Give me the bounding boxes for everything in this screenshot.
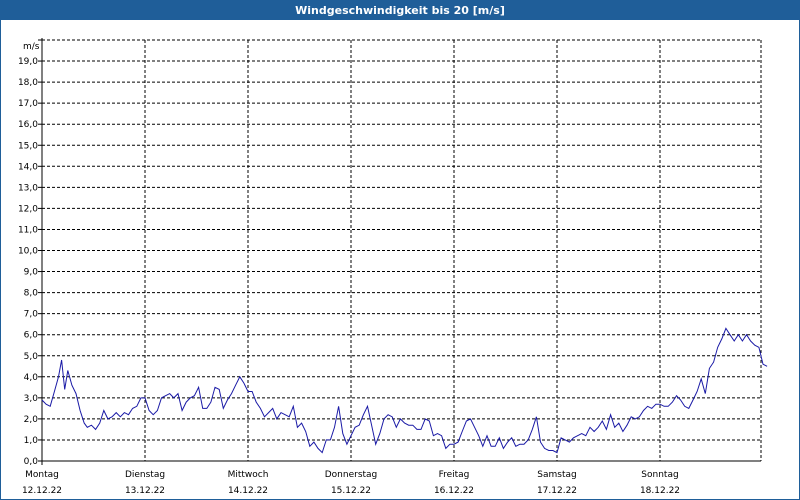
y-tick-label: 16,0 <box>18 120 38 130</box>
x-tick-day-label: Mittwoch <box>228 470 269 480</box>
y-tick-label: 5,0 <box>24 352 39 362</box>
y-tick-label: 2,0 <box>24 415 39 425</box>
x-tick-date-label: 16.12.22 <box>434 486 474 496</box>
x-tick-day-label: Montag <box>25 470 59 480</box>
y-tick-label: 17,0 <box>18 99 38 109</box>
wind-speed-line <box>41 327 768 454</box>
x-tick-date-label: 18.12.22 <box>640 486 680 496</box>
y-tick-label: 8,0 <box>24 289 39 299</box>
y-tick-label: 12,0 <box>18 204 38 214</box>
y-tick-label: 11,0 <box>18 225 38 235</box>
y-tick-label: 10,0 <box>18 247 38 257</box>
x-tick-day-label: Sonntag <box>641 470 678 480</box>
y-tick-label: 13,0 <box>18 183 38 193</box>
y-tick-label: 3,0 <box>24 394 39 404</box>
y-tick-label: 19,0 <box>18 57 38 67</box>
y-tick-label: 1,0 <box>24 436 39 446</box>
x-tick-day-label: Donnerstag <box>325 470 378 480</box>
y-tick-label: 18,0 <box>18 78 38 88</box>
chart-window: Windgeschwindigkeit bis 20 [m/s] m/s 0,0… <box>0 0 800 500</box>
grid <box>42 39 762 461</box>
y-tick-labels: 0,0 1,0 2,0 3,0 4,0 5,0 6,0 7,0 8,0 9,0 10,0 11,0 12… <box>18 57 38 467</box>
series-layer <box>41 327 768 454</box>
x-tick-labels: Montag 12.12.22 Dienstag 13.12.22 Mittwoch 14… <box>22 470 680 496</box>
x-tick-day-label: Freitag <box>439 470 470 480</box>
y-tick-label: 14,0 <box>18 162 38 172</box>
wind-speed-chart: m/s 0,0 1,0 2,0 3,0 4,0 5,0 6,0 7,0 8,0 9,0 10,0 11… <box>18 38 768 496</box>
x-tick-date-label: 15.12.22 <box>331 486 371 496</box>
y-tick-label: 6,0 <box>24 331 39 341</box>
y-tick-label: 0,0 <box>24 457 39 467</box>
y-tick-label: 4,0 <box>24 373 39 383</box>
y-axis-unit-label: m/s <box>23 42 40 52</box>
x-tick-date-label: 12.12.22 <box>22 486 62 496</box>
x-tick-date-label: 13.12.22 <box>125 486 165 496</box>
y-tick-label: 7,0 <box>24 310 39 320</box>
x-tick-day-label: Dienstag <box>125 470 165 480</box>
x-tick-day-label: Samstag <box>537 470 576 480</box>
x-tick-date-label: 14.12.22 <box>228 486 268 496</box>
x-tick-date-label: 17.12.22 <box>537 486 577 496</box>
y-tick-label: 9,0 <box>24 268 39 278</box>
y-tick-label: 15,0 <box>18 141 38 151</box>
